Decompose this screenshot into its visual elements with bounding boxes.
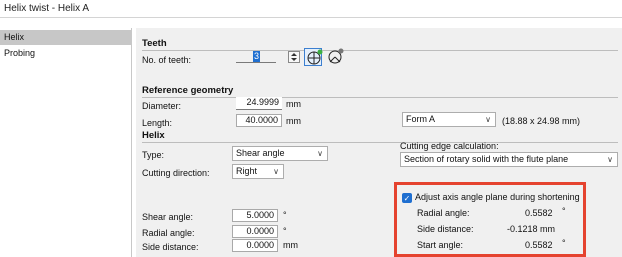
helix-divider [142, 142, 618, 143]
side-distance-unit: mm [283, 240, 298, 250]
no-of-teeth-value: 3 [252, 51, 260, 62]
form-select[interactable]: Form A ∨ [402, 112, 496, 127]
start-angle-unit: ° [562, 238, 566, 248]
diameter-label: Diameter: [142, 101, 182, 111]
tooth-angle-icon [328, 48, 344, 64]
adjusted-radial-angle-value: 0.5582 [525, 208, 553, 218]
adjusted-radial-angle-label: Radial angle: [417, 208, 470, 218]
start-angle-label: Start angle: [417, 240, 464, 250]
length-label: Length: [142, 118, 173, 128]
side-distance-input[interactable]: 0.0000 [232, 239, 278, 252]
helix-header: Helix [142, 130, 165, 141]
form-select-value: Form A [406, 114, 436, 124]
no-of-teeth-spinner[interactable] [288, 51, 300, 63]
chevron-down-icon: ∨ [273, 167, 279, 176]
cutting-edge-calculation-label: Cutting edge calculation: [400, 141, 499, 151]
start-angle-value: 0.5582 [525, 240, 553, 250]
main-panel: Teeth No. of teeth: 3 Reference geometry… [136, 28, 622, 257]
shear-angle-input[interactable]: 5.0000 [232, 209, 278, 222]
reference-geometry-header: Reference geometry [142, 85, 234, 96]
cutting-direction-select[interactable]: Right ∨ [232, 164, 284, 179]
type-select-value: Shear angle [236, 148, 285, 158]
title-divider [0, 17, 622, 18]
adjust-axis-label: Adjust axis angle plane during shortenin… [415, 192, 580, 202]
side-distance-label: Side distance: [142, 242, 199, 252]
chevron-down-icon: ∨ [485, 115, 491, 124]
sidebar-item-probing[interactable]: Probing [0, 46, 131, 61]
diameter-unit: mm [286, 99, 301, 109]
chevron-down-icon: ∨ [607, 155, 613, 164]
cutting-edge-calculation-select[interactable]: Section of rotary solid with the flute p… [400, 152, 618, 167]
window-title: Helix twist - Helix A [4, 3, 90, 14]
type-select[interactable]: Shear angle ∨ [232, 146, 328, 161]
teeth-divider [142, 50, 618, 51]
adjust-axis-checkbox[interactable]: ✓ [402, 193, 412, 203]
form-dimensions: (18.88 x 24.98 mm) [502, 116, 581, 126]
length-input[interactable]: 40.0000 [236, 114, 282, 127]
cutting-direction-label: Cutting direction: [142, 168, 210, 178]
teeth-header: Teeth [142, 38, 167, 49]
sidebar: Helix Probing [0, 28, 132, 257]
adjusted-side-distance-value: -0.1218 mm [507, 224, 556, 234]
no-of-teeth-label: No. of teeth: [142, 55, 192, 65]
radial-angle-unit: ° [283, 226, 287, 236]
chevron-down-icon: ∨ [317, 149, 323, 158]
type-label: Type: [142, 150, 165, 160]
shear-angle-label: Shear angle: [142, 212, 194, 222]
adjusted-side-distance-label: Side distance: [417, 224, 474, 234]
radial-angle-label: Radial angle: [142, 228, 195, 238]
reference-geometry-divider [142, 97, 618, 98]
radial-angle-input[interactable]: 0.0000 [232, 225, 278, 238]
sidebar-item-helix[interactable]: Helix [0, 30, 131, 45]
adjusted-radial-angle-unit: ° [562, 206, 566, 216]
tooth-circle-icon [307, 49, 323, 65]
cutting-edge-calculation-value: Section of rotary solid with the flute p… [404, 154, 569, 164]
tooth-layout-button[interactable] [304, 48, 323, 66]
diameter-input[interactable]: 24.9999 [236, 97, 282, 110]
tooth-angle-button[interactable] [326, 48, 344, 66]
cutting-direction-value: Right [236, 166, 258, 176]
adjust-axis-panel: ✓ Adjust axis angle plane during shorten… [394, 182, 586, 257]
shear-angle-unit: ° [283, 210, 287, 220]
no-of-teeth-input[interactable]: 3 [236, 51, 276, 63]
length-unit: mm [286, 116, 301, 126]
spinner-arrows-icon [291, 53, 297, 61]
